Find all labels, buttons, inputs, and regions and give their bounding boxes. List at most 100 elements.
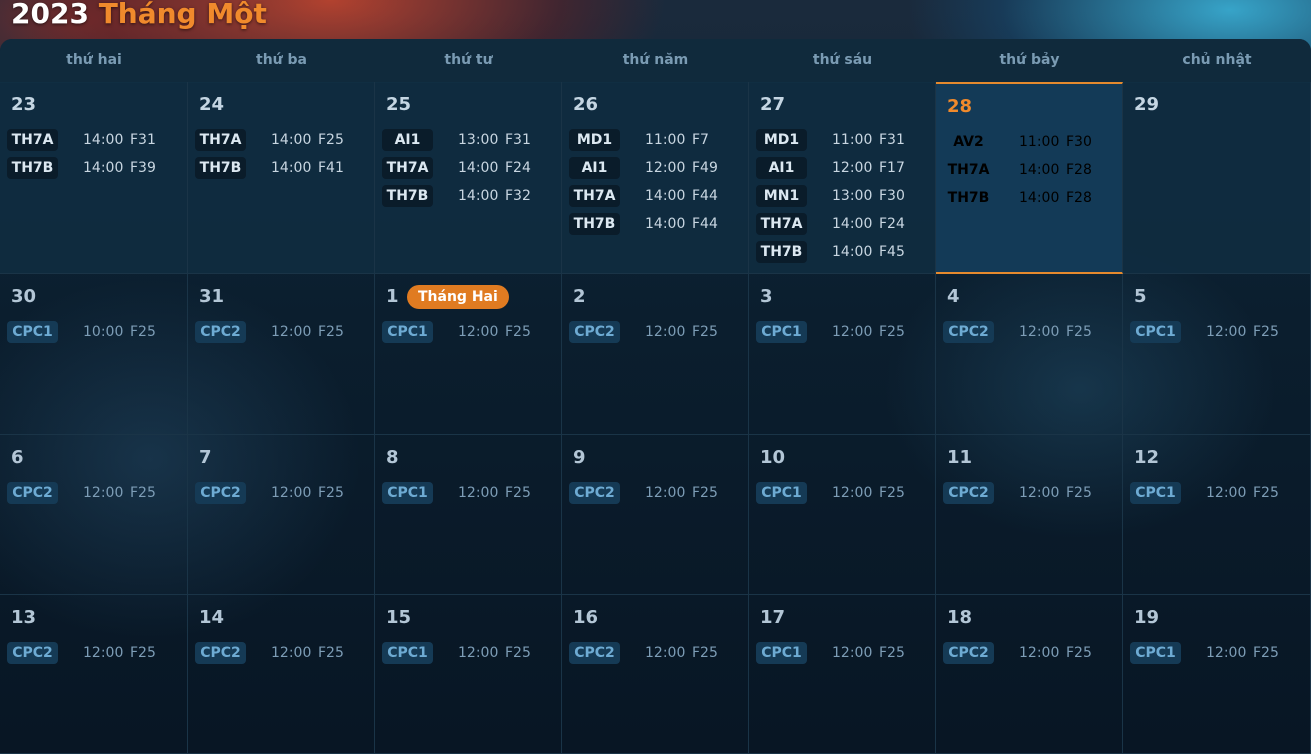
event-code-badge: CPC1 (7, 321, 58, 343)
event-code-badge: TH7B (947, 190, 990, 206)
day-cell[interactable]: 3 CPC1 12:00 F25 (749, 274, 936, 435)
event-item[interactable]: CPC2 12:00 F25 (569, 482, 739, 506)
event-item[interactable]: CPC1 12:00 F25 (1130, 321, 1300, 345)
day-cell[interactable]: 23 TH7A 14:00 F31 TH7B 14:00 F39 (0, 82, 188, 274)
day-cell[interactable]: 26 MD1 11:00 F7 AI1 12:00 F49 TH7A 14:00 F44 TH7B 1… (562, 82, 749, 274)
event-item[interactable]: CPC1 12:00 F25 (382, 482, 552, 506)
day-cell[interactable]: 31 CPC2 12:00 F25 (188, 274, 375, 435)
day-cell[interactable]: 1 Tháng Hai CPC1 12:00 F25 (375, 274, 562, 435)
event-item[interactable]: CPC1 12:00 F25 (756, 482, 926, 506)
day-cell[interactable]: 9 CPC2 12:00 F25 (562, 435, 749, 595)
event-item[interactable]: TH7B 14:00 F32 (382, 185, 552, 209)
event-item[interactable]: MD1 11:00 F7 (569, 129, 739, 153)
day-cell[interactable]: 27 MD1 11:00 F31 AI1 12:00 F17 MN1 13:00 F30 TH7A 1… (749, 82, 936, 274)
day-cell[interactable]: 19 CPC1 12:00 F25 (1123, 595, 1311, 754)
day-cell[interactable]: 5 CPC1 12:00 F25 (1123, 274, 1311, 435)
event-item[interactable]: CPC1 10:00 F25 (7, 321, 177, 345)
event-code-badge: CPC2 (569, 482, 620, 504)
day-cell[interactable]: 24 TH7A 14:00 F25 TH7B 14:00 F41 (188, 82, 375, 274)
event-item[interactable]: CPC1 12:00 F25 (756, 321, 926, 345)
day-cell[interactable]: 10 CPC1 12:00 F25 (749, 435, 936, 595)
event-code-badge: MD1 (569, 129, 620, 151)
event-item[interactable]: AI1 12:00 F49 (569, 157, 739, 181)
event-item[interactable]: TH7B 14:00 F28 (943, 187, 1113, 211)
event-item[interactable]: TH7B 14:00 F41 (195, 157, 365, 181)
event-item[interactable]: CPC2 12:00 F25 (943, 642, 1113, 666)
event-item[interactable]: CPC2 12:00 F25 (569, 321, 739, 345)
event-room: F17 (879, 160, 905, 176)
event-room: F25 (318, 324, 344, 340)
event-time: 11:00 (1019, 134, 1060, 150)
event-item[interactable]: TH7B 14:00 F44 (569, 213, 739, 237)
event-time: 12:00 (832, 160, 873, 176)
event-room: F44 (692, 188, 718, 204)
event-time: 12:00 (645, 485, 686, 501)
day-cell[interactable]: 4 CPC2 12:00 F25 (936, 274, 1123, 435)
event-item[interactable]: TH7A 14:00 F24 (756, 213, 926, 237)
event-room: F25 (692, 324, 718, 340)
day-cell[interactable]: 30 CPC1 10:00 F25 (0, 274, 188, 435)
event-item[interactable]: MN1 13:00 F30 (756, 185, 926, 209)
event-item[interactable]: CPC2 12:00 F25 (569, 642, 739, 666)
event-time: 14:00 (458, 188, 499, 204)
day-cell[interactable]: 7 CPC2 12:00 F25 (188, 435, 375, 595)
event-time: 14:00 (271, 160, 312, 176)
event-room: F25 (505, 324, 531, 340)
day-cell[interactable]: 6 CPC2 12:00 F25 (0, 435, 188, 595)
event-item[interactable]: CPC1 12:00 F25 (382, 321, 552, 345)
day-cell[interactable]: 25 AI1 13:00 F31 TH7A 14:00 F24 TH7B 14:00 F32 (375, 82, 562, 274)
event-item[interactable]: CPC2 12:00 F25 (943, 321, 1113, 345)
day-cell[interactable]: 29 (1123, 82, 1311, 274)
event-item[interactable]: AV2 11:00 F30 (943, 131, 1113, 155)
event-item[interactable]: CPC2 12:00 F25 (195, 321, 365, 345)
event-item[interactable]: CPC2 12:00 F25 (195, 482, 365, 506)
event-item[interactable]: TH7A 14:00 F25 (195, 129, 365, 153)
event-item[interactable]: CPC1 12:00 F25 (382, 642, 552, 666)
event-item[interactable]: TH7A 14:00 F31 (7, 129, 177, 153)
event-item[interactable]: CPC1 12:00 F25 (1130, 642, 1300, 666)
event-code-badge: CPC1 (382, 642, 433, 664)
calendar-title: 2023 Tháng Một (11, 0, 267, 36)
day-cell[interactable]: 11 CPC2 12:00 F25 (936, 435, 1123, 595)
day-cell[interactable]: 15 CPC1 12:00 F25 (375, 595, 562, 754)
day-cell[interactable]: 8 CPC1 12:00 F25 (375, 435, 562, 595)
event-item[interactable]: TH7A 14:00 F24 (382, 157, 552, 181)
event-room: F25 (879, 324, 905, 340)
event-code-badge: CPC2 (7, 642, 58, 664)
event-item[interactable]: CPC1 12:00 F25 (756, 642, 926, 666)
day-number: 15 (386, 607, 412, 628)
day-cell[interactable]: 18 CPC2 12:00 F25 (936, 595, 1123, 754)
event-item[interactable]: TH7A 14:00 F44 (569, 185, 739, 209)
event-item[interactable]: CPC2 12:00 F25 (7, 482, 177, 506)
event-room: F25 (692, 485, 718, 501)
day-cell[interactable]: 13 CPC2 12:00 F25 (0, 595, 188, 754)
event-code-badge: MD1 (756, 129, 807, 151)
event-code-badge: CPC1 (1130, 482, 1181, 504)
event-item[interactable]: AI1 12:00 F17 (756, 157, 926, 181)
event-item[interactable]: TH7B 14:00 F39 (7, 157, 177, 181)
event-item[interactable]: CPC2 12:00 F25 (195, 642, 365, 666)
event-code-badge: TH7B (195, 157, 246, 179)
event-item[interactable]: TH7B 14:00 F45 (756, 241, 926, 265)
event-item[interactable]: CPC2 12:00 F25 (943, 482, 1113, 506)
event-item[interactable]: AI1 13:00 F31 (382, 129, 552, 153)
event-item[interactable]: CPC1 12:00 F25 (1130, 482, 1300, 506)
event-code-badge: CPC2 (943, 482, 994, 504)
event-room: F44 (692, 216, 718, 232)
day-cell[interactable]: 2 CPC2 12:00 F25 (562, 274, 749, 435)
event-item[interactable]: MD1 11:00 F31 (756, 129, 926, 153)
day-number: 8 (386, 447, 399, 468)
event-item[interactable]: CPC2 12:00 F25 (7, 642, 177, 666)
event-code-badge: CPC1 (756, 482, 807, 504)
day-cell[interactable]: 12 CPC1 12:00 F25 (1123, 435, 1311, 595)
event-room: F7 (692, 132, 709, 148)
weekday-header: thứ hai thứ ba thứ tư thứ năm thứ sáu thứ bảy… (0, 39, 1311, 82)
event-code-badge: CPC1 (756, 321, 807, 343)
event-code-badge: CPC2 (195, 642, 246, 664)
day-cell[interactable]: 14 CPC2 12:00 F25 (188, 595, 375, 754)
day-number: 27 (760, 94, 786, 115)
day-cell[interactable]: 28 AV2 11:00 F30 TH7A 14:00 F28 TH7B 14:00 F28 (936, 82, 1123, 274)
day-cell[interactable]: 16 CPC2 12:00 F25 (562, 595, 749, 754)
event-item[interactable]: TH7A 14:00 F28 (943, 159, 1113, 183)
day-cell[interactable]: 17 CPC1 12:00 F25 (749, 595, 936, 754)
